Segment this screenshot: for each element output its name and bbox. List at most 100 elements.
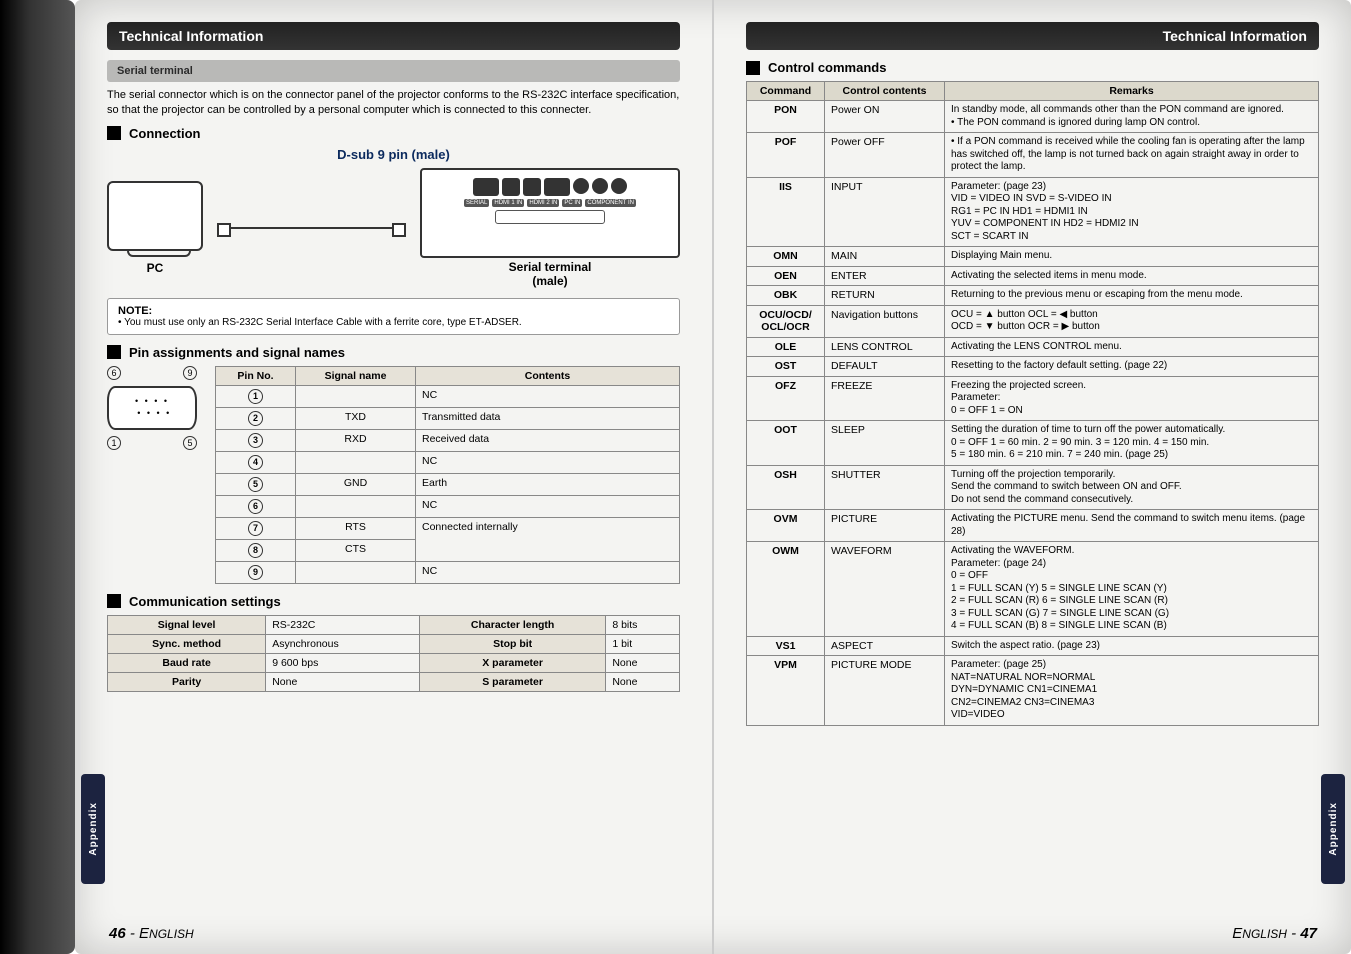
pin-num-6: 6 [107,366,121,380]
pc-label: PC [107,261,203,275]
pins-title: Pin assignments and signal names [107,345,680,360]
pin-sig-cell [296,561,416,583]
cmd-th-contents: Control contents [825,82,945,101]
comm-cell: Stop bit [419,634,605,653]
cmd-name-cell: ASPECT [825,636,945,656]
comm-cell: 8 bits [606,615,680,634]
comm-cell: None [266,672,420,691]
serial-terminal-label: Serial terminal(male) [420,260,680,288]
book-spine-shadow [0,0,75,954]
cable-line [219,227,404,229]
cmd-name-cell: Navigation buttons [825,305,945,337]
cmd-code-cell: OSH [747,465,825,510]
comm-cell: 1 bit [606,634,680,653]
pin-cont-cell: Earth [416,473,680,495]
connection-title: Connection [107,126,680,141]
scanned-spread: Technical Information Serial terminal Th… [0,0,1351,954]
port-labels: SERIAL HDMI 1 IN HDMI 2 IN PC IN COMPONE… [426,199,674,207]
table-row: 5GNDEarth [216,473,680,495]
cmd-remarks-cell: Activating the WAVEFORM. Parameter: (pag… [945,542,1319,637]
hdmi2-port-icon [523,178,541,196]
table-row: OSHSHUTTERTurning off the projection tem… [747,465,1319,510]
video-port-icon [592,178,608,194]
cmd-th-remarks: Remarks [945,82,1319,101]
cmd-code-cell: OCU/OCD/ OCL/OCR [747,305,825,337]
pin-th-sig: Signal name [296,366,416,385]
pin-cont-cell: NC [416,561,680,583]
port-row-3 [426,210,674,224]
cmd-name-cell: SHUTTER [825,465,945,510]
cmd-code-cell: VPM [747,656,825,726]
serial-intro-text: The serial connector which is on the con… [107,88,680,118]
pin-sig-cell [296,385,416,407]
commands-table: Command Control contents Remarks PONPowe… [746,81,1319,726]
pin-cont-cell: NC [416,385,680,407]
pin-no-cell: 9 [216,561,296,583]
cmd-name-cell: PICTURE [825,510,945,542]
pin-layout: 69 15 Pin No. Signal name Contents 1NC2T… [107,366,680,584]
pin-cont-cell: NC [416,495,680,517]
comm-cell: RS-232C [266,615,420,634]
table-row: VPMPICTURE MODEParameter: (page 25) NAT=… [747,656,1319,726]
note-box: NOTE: • You must use only an RS-232C Ser… [107,298,680,335]
comm-cell: None [606,653,680,672]
comm-cell: Sync. method [108,634,266,653]
page-right: Technical Information Control commands C… [714,0,1351,954]
port-tag: COMPONENT IN [585,199,636,207]
port-tag: PC IN [562,199,582,207]
table-row: 3RXDReceived data [216,429,680,451]
cmd-remarks-cell: Turning off the projection temporarily. … [945,465,1319,510]
cmd-name-cell: MAIN [825,247,945,267]
cmd-remarks-cell: Activating the PICTURE menu. Send the co… [945,510,1319,542]
table-row: 6NC [216,495,680,517]
table-row: OVMPICTUREActivating the PICTURE menu. S… [747,510,1319,542]
cmd-remarks-cell: Setting the duration of time to turn off… [945,421,1319,466]
dsub-connector-icon [107,386,197,430]
pin-num-5: 5 [183,436,197,450]
table-row: 2TXDTransmitted data [216,407,680,429]
table-row: OSTDEFAULTResetting to the factory defau… [747,357,1319,377]
hdmi1-port-icon [502,178,520,196]
cmd-name-cell: LENS CONTROL [825,337,945,357]
cmd-remarks-cell: Resetting to the factory default setting… [945,357,1319,377]
table-row: OCU/OCD/ OCL/OCRNavigation buttonsOCU = … [747,305,1319,337]
table-row: ParityNoneS parameterNone [108,672,680,691]
cmd-remarks-cell: • If a PON command is received while the… [945,133,1319,178]
serial-terminal-heading: Serial terminal [107,60,680,82]
svideo-port-icon [611,178,627,194]
cmd-remarks-cell: Displaying Main menu. [945,247,1319,267]
serial-port-icon [473,178,499,196]
pin-no-cell: 8 [216,539,296,561]
cmd-code-cell: OBK [747,286,825,306]
comm-cell: 9 600 bps [266,653,420,672]
port-tag: HDMI 1 IN [492,199,524,207]
comm-cell: Asynchronous [266,634,420,653]
cmd-code-cell: IIS [747,177,825,247]
table-row: IISINPUTParameter: (page 23) VID = VIDEO… [747,177,1319,247]
page-spread: Technical Information Serial terminal Th… [75,0,1351,954]
pc-illustration: PC [107,181,203,275]
cmd-remarks-cell: Parameter: (page 23) VID = VIDEO IN SVD … [945,177,1319,247]
control-commands-title: Control commands [746,60,1319,75]
cmd-name-cell: SLEEP [825,421,945,466]
pin-no-cell: 2 [216,407,296,429]
comm-cell: None [606,672,680,691]
cmd-remarks-cell: OCU = ▲ button OCL = ◀ button OCD = ▼ bu… [945,305,1319,337]
pin-sig-cell: CTS [296,539,416,561]
pin-sig-cell [296,495,416,517]
comm-table: Signal levelRS-232CCharacter length8 bit… [107,615,680,692]
laptop-icon [107,181,203,251]
pcin-port-icon [544,178,570,196]
table-row: OBKRETURNReturning to the previous menu … [747,286,1319,306]
table-row: OENENTERActivating the selected items in… [747,266,1319,286]
pin-th-cont: Contents [416,366,680,385]
table-row: OOTSLEEPSetting the duration of time to … [747,421,1319,466]
cmd-code-cell: OEN [747,266,825,286]
dsub-label: D-sub 9 pin (male) [107,147,680,162]
table-row: PONPower ONIn standby mode, all commands… [747,101,1319,133]
table-row: POFPower OFF• If a PON command is receiv… [747,133,1319,178]
cmd-remarks-cell: Activating the LENS CONTROL menu. [945,337,1319,357]
comm-cell: Character length [419,615,605,634]
comm-cell: Parity [108,672,266,691]
header-bar-left: Technical Information [107,22,680,50]
